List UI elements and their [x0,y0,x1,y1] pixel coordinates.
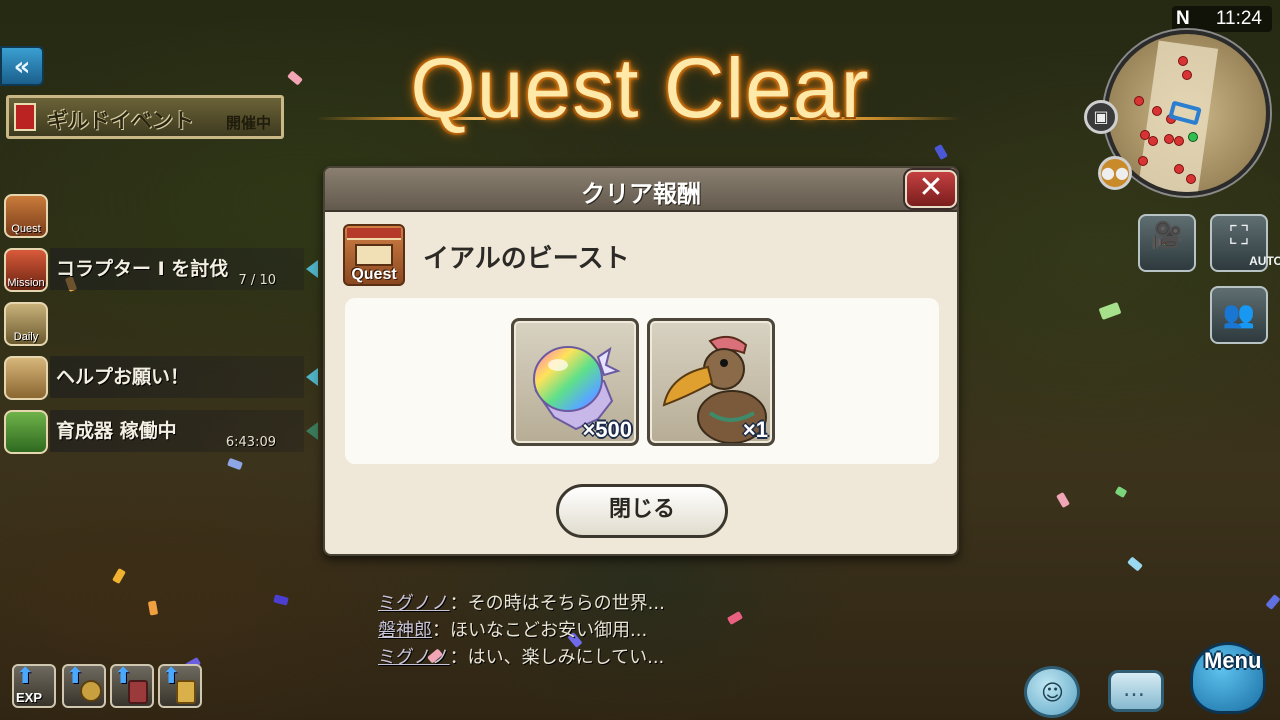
map-enemy-dot [1152,106,1162,116]
auto-target-icon: ⛶ [1229,221,1249,251]
chat-button[interactable]: … [1108,670,1164,712]
menu-label: Menu [1204,648,1262,673]
boots-icon [128,680,148,704]
reward-quantity: ×500 [582,417,632,442]
up-arrow-icon: ⬆ [16,664,35,689]
incubator-side-icon[interactable] [4,410,48,454]
auto-label: AUTO [1249,254,1280,268]
map-toggle-button[interactable]: ▣ [1084,100,1118,134]
quest-side-label: Quest [11,223,41,235]
task-text: ヘルプお願い！ [56,366,190,388]
pet-button[interactable]: ●● [1098,156,1132,190]
task-timer: 6:43:09 [225,435,276,450]
reward-item-dodo[interactable]: ×1 [647,318,775,446]
task-text: 育成器 稼働中 [56,420,177,442]
map-enemy-dot [1134,96,1144,106]
quest-clear-title: Quest Clear [410,41,870,135]
camera-button[interactable]: 🎥 [1138,214,1196,272]
task-row-incubator[interactable]: 育成器 稼働中 6:43:09 [50,410,318,452]
boots-upgrade-button[interactable]: ⬆ [110,664,154,708]
quest-icon-roof [347,228,401,240]
clock-time: 11:24 [1215,8,1262,29]
reward-panel: ×500 ×1 [345,298,939,464]
task-text: コラプター I を討伐 [56,258,229,280]
reward-item-crystal[interactable]: ×500 [511,318,639,446]
map-enemy-dot [1182,70,1192,80]
close-button[interactable]: 閉じる [556,484,728,538]
map-enemy-dot [1148,136,1158,146]
quest-icon-board [355,244,393,266]
daily-side-button[interactable]: Daily [4,302,48,346]
task-arrow-icon [306,368,318,386]
shield-upgrade-button[interactable]: ⬆ [62,664,106,708]
guild-event-label: ギルドイベント [47,109,194,133]
map-enemy-dot [1174,164,1184,174]
chat-sender[interactable]: ミグノノ [378,647,450,668]
pet-face-icon: ●● [1101,163,1129,182]
glove-icon [176,680,196,704]
task-row-help[interactable]: ヘルプお願い！ [50,356,318,398]
daily-side-label: Daily [13,331,39,343]
back-button[interactable]: « [0,46,44,86]
map-ally-dot [1188,132,1198,142]
chat-message: ：ほいなこどお安い御用... [432,620,648,641]
glove-upgrade-button[interactable]: ⬆ [158,664,202,708]
quest-name: イアルのビースト [423,244,630,274]
menu-button[interactable]: Menu [1176,636,1276,720]
map-enemy-dot [1178,56,1188,66]
party-icon: 👥 [1222,300,1256,330]
chat-line: 磐神郎：ほいなこどお安い御用... [378,617,665,644]
chat-message: ：はい、楽しみにしてい... [449,647,665,668]
dialog-close-button[interactable]: ✕ [905,170,957,208]
task-arrow-icon [306,260,318,278]
task-arrow-icon [306,422,318,440]
dialog-header: クリア報酬 ✕ [325,168,957,212]
emote-button[interactable]: ☺ [1024,666,1080,718]
map-enemy-dot [1186,174,1196,184]
map-enemy-dot [1138,156,1148,166]
chat-log: ミグノノ：その時はそちらの世界... 磐神郎：ほいなこどお安い御用... ミグノ… [378,590,665,671]
chat-sender[interactable]: ミグノノ [378,593,450,614]
task-row-mission[interactable]: コラプター I を討伐 7 / 10 [50,248,318,290]
guild-event-status: 開催中 [225,114,271,132]
reward-quantity: ×1 [742,417,768,442]
close-icon: ✕ [918,170,944,205]
map-icon: ▣ [1093,107,1109,126]
chat-line: ミグノノ：その時はそちらの世界... [378,590,665,617]
guild-event-banner[interactable]: ギルドイベント 開催中 [6,95,284,139]
party-button[interactable]: 👥 [1210,286,1268,344]
mission-side-button[interactable]: Mission [4,248,48,292]
clock: N 11:24 [1172,6,1272,32]
mission-side-label: Mission [7,277,45,289]
quest-icon: Quest [343,224,405,286]
exp-upgrade-button[interactable]: ⬆ EXP [12,664,56,708]
map-enemy-dot [1174,136,1184,146]
smiley-icon: ☺ [1041,681,1064,706]
compass-north-label: N [1176,8,1190,29]
task-progress: 7 / 10 [238,273,276,288]
chat-sender[interactable]: 磐神郎 [378,620,432,641]
camera-icon: 🎥 [1150,221,1184,251]
exp-label: EXP [16,690,43,705]
double-chevron-left-icon: « [13,52,31,82]
help-side-icon[interactable] [4,356,48,400]
chat-message: ：その時はそちらの世界... [449,593,665,614]
quest-icon-label: Quest [351,266,397,283]
reward-dialog: クリア報酬 ✕ Quest イアルのビースト ×500 ×1 閉じる [323,166,959,556]
guild-flag-icon [14,103,36,131]
shield-icon [80,680,102,702]
map-enemy-dot [1164,134,1174,144]
chat-line: ミグノノ：はい、楽しみにしてい... [378,644,665,671]
dialog-title: クリア報酬 [581,180,701,208]
quest-side-button[interactable]: Quest [4,194,48,238]
chat-bubble-icon: … [1123,677,1145,702]
auto-button[interactable]: ⛶ AUTO [1210,214,1280,272]
